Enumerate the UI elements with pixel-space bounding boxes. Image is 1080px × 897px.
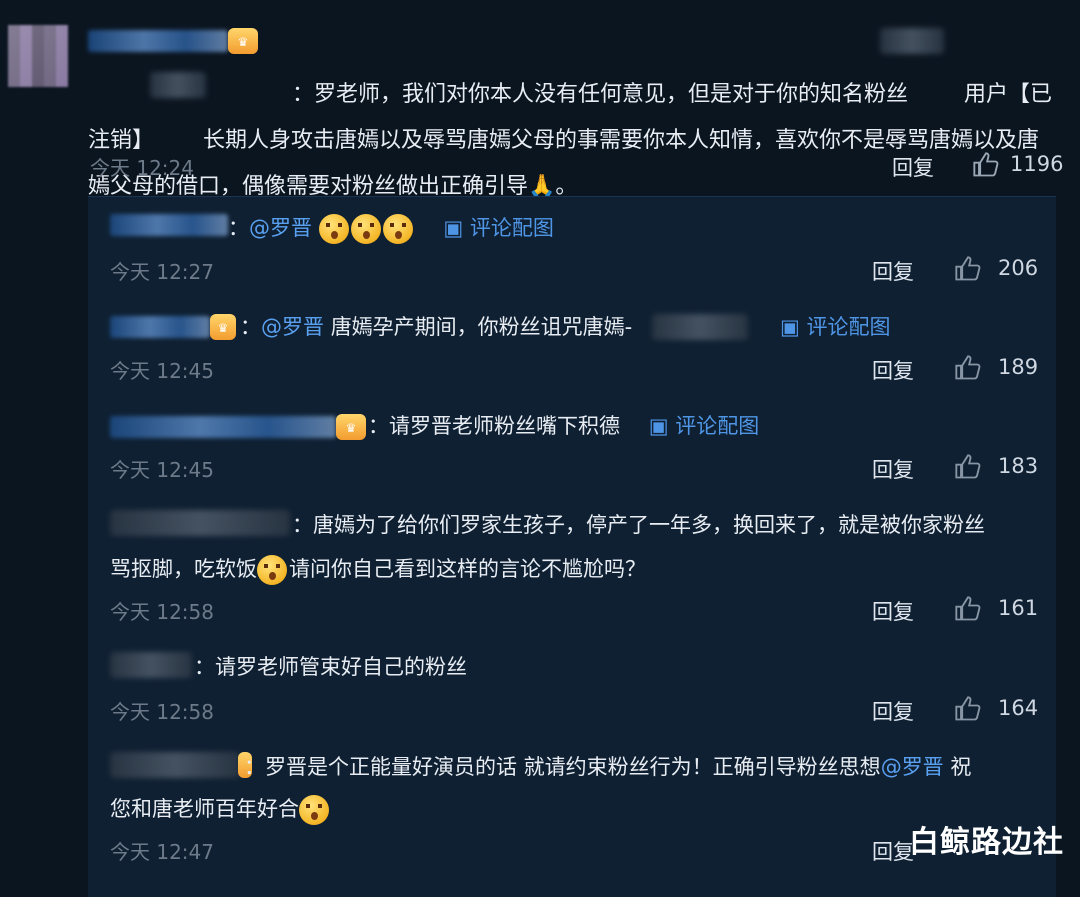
shocked-emoji-icon — [350, 214, 381, 244]
avatar[interactable] — [8, 25, 68, 87]
like-thumb-icon[interactable] — [972, 151, 1000, 179]
reply-text: 骂抠脚，吃软饭 请问你自己看到这样的言论不尴尬吗？ — [110, 546, 646, 592]
like-count: 164 — [998, 696, 1039, 720]
mention-link[interactable]: @罗晋 — [261, 315, 324, 339]
image-icon[interactable]: ▣ — [649, 414, 676, 438]
like-count: 183 — [998, 454, 1039, 478]
like-count: 206 — [998, 256, 1039, 280]
laughing-emoji-icon — [299, 795, 329, 825]
reply-time: 今天 12:47 — [110, 840, 214, 864]
reply-username-blurred[interactable] — [110, 510, 290, 536]
reply-time: 今天 12:58 — [110, 600, 214, 624]
reply-text: ：请罗老师管束好自己的粉丝 — [194, 655, 467, 679]
reply-button[interactable]: 回复 — [872, 836, 914, 866]
reply-button[interactable]: 回复 — [872, 256, 914, 286]
reply-username-blurred[interactable] — [110, 214, 228, 236]
reply-button[interactable]: 回复 — [892, 152, 934, 182]
reply-time: 今天 12:45 — [110, 458, 214, 482]
reply-username-blurred[interactable] — [110, 752, 240, 778]
shocked-emoji-icon — [318, 214, 349, 244]
like-thumb-icon[interactable] — [954, 695, 982, 723]
watermark: 白鲸路边社 — [909, 825, 1064, 860]
redacted-name — [652, 314, 748, 340]
reply-button[interactable]: 回复 — [872, 596, 914, 626]
reply-button[interactable]: 回复 — [872, 696, 914, 726]
reply-text: ：@罗晋 ▣ 评论配图 — [228, 205, 554, 251]
like-thumb-icon[interactable] — [954, 595, 982, 623]
vip-badge-icon: ♛ — [210, 314, 236, 340]
image-icon[interactable]: ▣ — [443, 216, 470, 240]
main-comment-text: ：罗老师，我们对你本人没有任何意见，但是对于你的知名粉丝 用户【已注销】 长期人… — [88, 82, 1052, 199]
reply-time: 今天 12:58 — [110, 700, 214, 724]
reply-username-blurred[interactable] — [110, 416, 336, 438]
vip-badge-icon: ♛ — [336, 414, 366, 440]
reply-time: 今天 12:45 — [110, 359, 214, 383]
reply-username-blurred[interactable] — [110, 316, 210, 338]
mention-link[interactable]: @罗晋 — [881, 755, 944, 779]
comment-time: 今天 12:24 — [90, 156, 194, 180]
shocked-emoji-icon — [382, 214, 413, 244]
reply-text: ：@罗晋 唐嫣孕产期间，你粉丝诅咒唐嫣- — [240, 315, 633, 339]
like-count: 189 — [998, 355, 1039, 379]
comment-image-link[interactable]: 评论配图 — [470, 216, 554, 240]
reply-button[interactable]: 回复 — [872, 454, 914, 484]
like-thumb-icon[interactable] — [954, 354, 982, 382]
like-count: 1196 — [1010, 152, 1064, 176]
like-count: 161 — [998, 596, 1039, 620]
reply-text: ：请罗晋老师粉丝嘴下积德 ▣ 评论配图 — [368, 414, 760, 438]
comment-image-link[interactable]: 评论配图 — [807, 315, 891, 339]
grin-emoji-icon — [257, 555, 287, 585]
reply-button[interactable]: 回复 — [872, 355, 914, 385]
like-thumb-icon[interactable] — [954, 453, 982, 481]
comment-image-link-wrap[interactable]: ▣ 评论配图 — [780, 304, 891, 350]
comment-image-link[interactable]: 评论配图 — [675, 414, 759, 438]
reply-username-blurred[interactable] — [110, 652, 192, 678]
mention-link[interactable]: @罗晋 — [249, 216, 312, 240]
reply-text: ：罗晋是个正能量好演员的话 就请约束粉丝行为！正确引导粉丝思想@罗晋 祝 — [244, 755, 972, 779]
like-thumb-icon[interactable] — [954, 255, 982, 283]
image-icon[interactable]: ▣ — [780, 315, 807, 339]
reply-text: 您和唐老师百年好合 — [110, 786, 331, 832]
reply-text: ：唐嫣为了给你们罗家生孩子，停产了一年多，换回来了，就是被你家粉丝 — [292, 513, 985, 537]
reply-time: 今天 12:27 — [110, 260, 214, 284]
